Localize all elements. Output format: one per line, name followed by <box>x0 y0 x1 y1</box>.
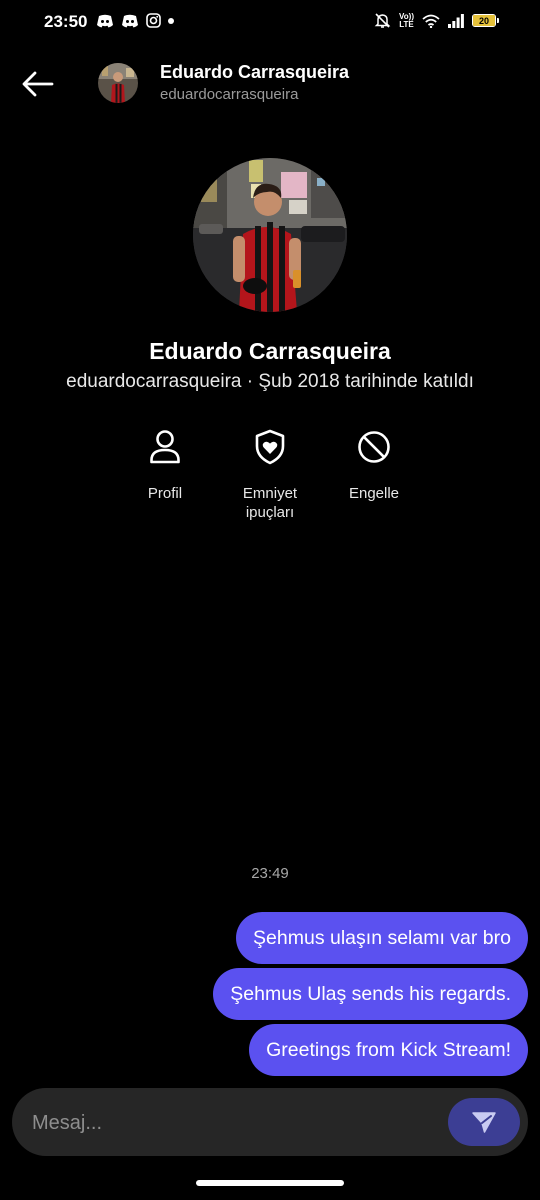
wifi-icon <box>422 14 440 28</box>
chat-header: Eduardo Carrasqueira eduardocarrasqueira <box>0 54 540 114</box>
message-bubble-outgoing[interactable]: Şehmus ulaşın selamı var bro <box>236 912 528 964</box>
shield-heart-icon <box>255 429 285 465</box>
block-button-label: Engelle <box>348 485 400 502</box>
message-composer <box>12 1088 528 1156</box>
battery-tip <box>497 18 499 23</box>
block-icon <box>358 431 390 463</box>
profile-button[interactable]: Profil <box>110 428 220 503</box>
block-button[interactable]: Engelle <box>319 428 429 503</box>
battery-level: 20 <box>478 15 489 26</box>
header-username[interactable]: eduardocarrasqueira <box>160 86 298 103</box>
message-input[interactable] <box>30 1102 434 1144</box>
safety-tips-button[interactable]: Emniyet ipuçları <box>215 428 325 522</box>
safety-tips-label: Emniyet ipuçları <box>242 485 298 521</box>
battery-icon: 20 <box>472 14 499 27</box>
status-system-icons: Vo)) LTE 20 <box>374 11 499 29</box>
send-button[interactable] <box>448 1098 520 1146</box>
bell-off-icon <box>374 13 391 28</box>
message-bubble-outgoing[interactable]: Şehmus Ulaş sends his regards. <box>213 968 528 1020</box>
profile-subtitle: eduardocarrasqueira · Şub 2018 tarihinde… <box>66 371 474 392</box>
message-bubble-outgoing[interactable]: Greetings from Kick Stream! <box>249 1024 528 1076</box>
status-notification-icons <box>96 13 174 28</box>
arrow-left-icon <box>22 71 54 97</box>
avatar-photo <box>98 63 138 103</box>
notification-dot-icon <box>168 17 174 24</box>
send-icon <box>472 1112 496 1133</box>
profile-button-label: Profil <box>147 485 183 502</box>
discord-icon <box>122 14 138 27</box>
status-time: 23:50 <box>44 12 88 31</box>
person-icon <box>150 430 180 464</box>
cellular-signal-icon <box>448 13 464 28</box>
header-name[interactable]: Eduardo Carrasqueira <box>160 62 349 83</box>
profile-avatar[interactable] <box>193 158 347 312</box>
profile-photo <box>193 158 347 312</box>
discord-icon <box>97 14 113 27</box>
volte-icon: Vo)) LTE <box>399 11 414 29</box>
message-timestamp: 23:49 <box>251 865 289 882</box>
status-bar: 23:50 Vo)) LTE 20 <box>0 0 540 44</box>
back-button[interactable] <box>18 64 58 104</box>
instagram-icon <box>146 13 161 28</box>
profile-name: Eduardo Carrasqueira <box>149 338 391 364</box>
avatar[interactable] <box>98 63 138 103</box>
home-indicator[interactable] <box>196 1180 344 1186</box>
